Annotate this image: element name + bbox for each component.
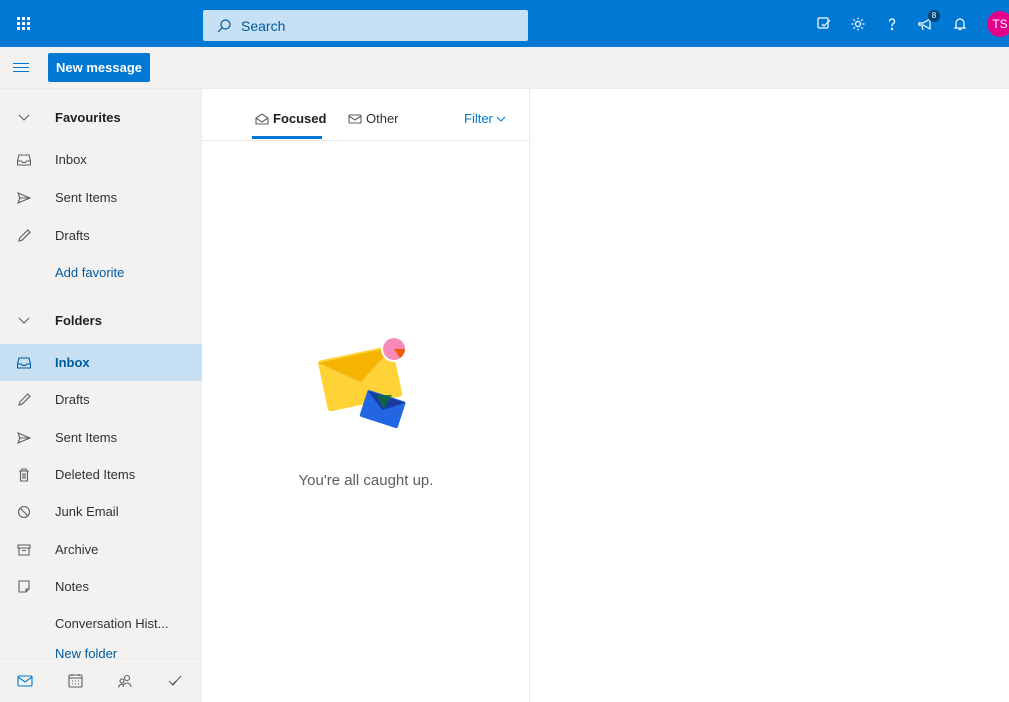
command-bar: New message <box>0 47 1009 89</box>
tab-focused[interactable]: Focused <box>255 111 326 126</box>
mail-icon[interactable] <box>0 674 50 687</box>
new-message-button[interactable]: New message <box>48 53 150 82</box>
folder-item-notes[interactable]: Notes <box>0 568 202 605</box>
trash-icon <box>17 467 31 482</box>
empty-state-message: You're all caught up. <box>298 472 434 489</box>
search-icon <box>217 18 231 32</box>
search-placeholder: Search <box>241 17 286 34</box>
favourite-item-sent-items[interactable]: Sent Items <box>0 179 202 216</box>
app-launcher-icon[interactable] <box>0 0 47 47</box>
settings-gear-icon[interactable] <box>841 0 875 47</box>
active-tab-indicator <box>252 136 322 139</box>
help-icon[interactable] <box>875 0 909 47</box>
folder-item-conversation-history[interactable]: Conversation Hist... <box>0 605 202 642</box>
tasks-checkmark-icon[interactable] <box>150 674 200 688</box>
favourites-header[interactable]: Favourites <box>0 99 202 136</box>
other-mail-icon <box>348 113 362 124</box>
favourite-item-drafts[interactable]: Drafts <box>0 217 202 254</box>
inbox-tabs: Focused Other Filter <box>202 89 530 141</box>
people-icon[interactable] <box>100 674 150 688</box>
calendar-icon[interactable] <box>50 673 100 688</box>
inbox-icon <box>17 153 31 167</box>
favourite-item-inbox[interactable]: Inbox <box>0 141 202 178</box>
folder-item-drafts[interactable]: Drafts <box>0 381 202 418</box>
add-favorite-link[interactable]: Add favorite <box>0 254 202 291</box>
inbox-icon <box>17 356 31 370</box>
folder-pane: Favourites Inbox Sent Items Drafts Add f… <box>0 89 202 702</box>
notification-bell-icon[interactable] <box>943 0 977 47</box>
pencil-icon <box>17 392 31 407</box>
hamburger-menu-icon[interactable] <box>13 60 29 76</box>
folder-item-inbox[interactable]: Inbox <box>0 344 202 381</box>
filter-button[interactable]: Filter <box>464 111 506 126</box>
send-icon <box>17 431 31 445</box>
folders-header[interactable]: Folders <box>0 302 202 339</box>
my-day-icon[interactable] <box>807 0 841 47</box>
pencil-icon <box>17 228 31 243</box>
folder-item-junk-email[interactable]: Junk Email <box>0 493 202 530</box>
reading-pane <box>530 89 1009 702</box>
folder-item-sent-items[interactable]: Sent Items <box>0 419 202 456</box>
chevron-down-icon[interactable] <box>17 314 31 328</box>
new-folder-link[interactable]: New folder <box>55 640 117 658</box>
empty-inbox-illustration <box>317 333 418 436</box>
block-icon <box>17 505 31 519</box>
send-icon <box>17 191 31 205</box>
tab-other[interactable]: Other <box>348 111 399 126</box>
message-list: Focused Other Filter You're all caught u… <box>202 89 530 702</box>
folder-item-archive[interactable]: Archive <box>0 531 202 568</box>
archive-icon <box>17 543 31 557</box>
chevron-down-icon[interactable] <box>17 111 31 125</box>
feedback-megaphone-icon[interactable]: 8 <box>909 0 943 47</box>
search-box[interactable]: Search <box>203 10 528 41</box>
focused-inbox-icon <box>255 112 269 125</box>
folder-item-deleted-items[interactable]: Deleted Items <box>0 456 202 493</box>
avatar[interactable]: TS <box>987 10 1009 37</box>
note-icon <box>17 580 31 594</box>
top-bar: Search 8 TS <box>0 0 1009 47</box>
module-switcher <box>0 658 201 702</box>
notification-badge: 8 <box>928 10 940 22</box>
chevron-down-icon <box>496 116 506 122</box>
